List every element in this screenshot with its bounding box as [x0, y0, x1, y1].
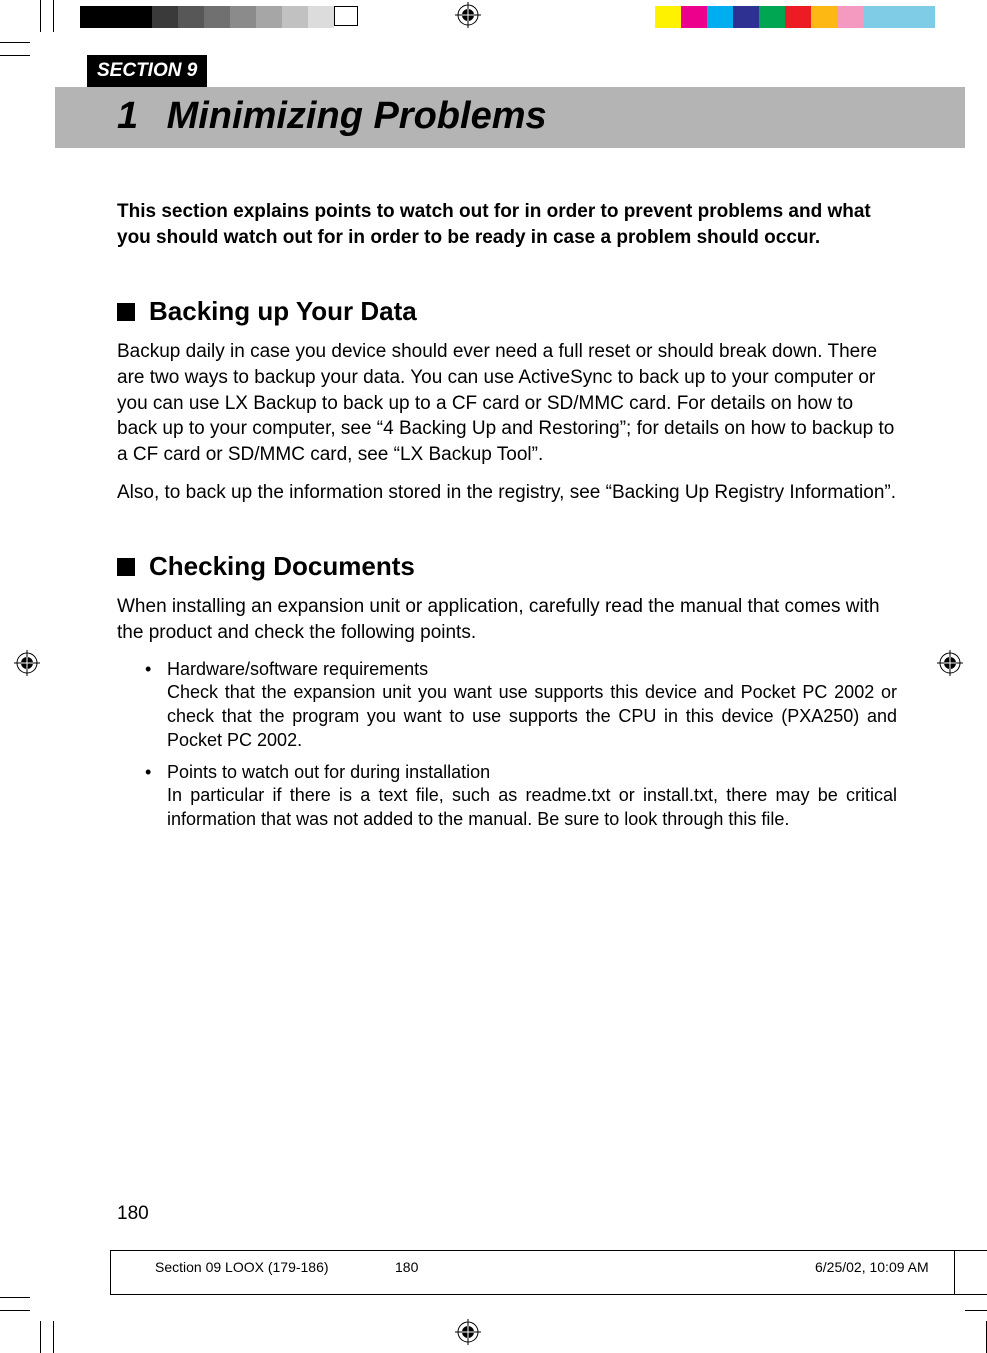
crop-mark	[0, 55, 30, 56]
chapter-heading: 1 Minimizing Problems	[55, 87, 965, 148]
square-bullet-icon	[117, 303, 135, 321]
registration-mark-icon	[455, 1319, 481, 1345]
color-swatch	[204, 6, 230, 28]
intro-paragraph: This section explains points to watch ou…	[117, 199, 897, 250]
list-item-title: Points to watch out for during installat…	[167, 761, 897, 785]
slug-rule	[110, 1294, 987, 1295]
list-item: Points to watch out for during installat…	[145, 761, 897, 832]
slug-rule	[110, 1251, 111, 1295]
color-swatch	[733, 6, 759, 28]
subheading-backing-up: Backing up Your Data	[117, 294, 897, 329]
slug-rule	[110, 1250, 987, 1251]
bullet-list: Hardware/software requirementsCheck that…	[145, 658, 897, 832]
color-swatch	[308, 6, 334, 28]
chapter-title: Minimizing Problems	[167, 95, 547, 137]
crop-mark	[40, 1321, 41, 1353]
crop-mark	[0, 1310, 30, 1311]
list-item: Hardware/software requirementsCheck that…	[145, 658, 897, 753]
printer-color-bar	[0, 6, 987, 28]
crop-mark	[0, 42, 30, 43]
color-swatch	[681, 6, 707, 28]
page-content: SECTION 9 1 Minimizing Problems This sec…	[55, 55, 965, 1295]
square-bullet-icon	[117, 558, 135, 576]
crop-mark	[0, 1297, 30, 1298]
color-swatch	[759, 6, 785, 28]
color-swatch	[282, 6, 308, 28]
registration-mark-icon	[14, 650, 40, 676]
color-swatch	[837, 6, 863, 28]
color-swatch	[152, 6, 178, 28]
body-paragraph: Backup daily in case you device should e…	[117, 339, 897, 467]
crop-mark	[965, 1310, 987, 1311]
subheading-text: Checking Documents	[149, 549, 415, 584]
color-swatch	[707, 6, 733, 28]
list-item-body: In particular if there is a text file, s…	[167, 784, 897, 832]
color-swatch	[863, 6, 935, 28]
list-item-body: Check that the expansion unit you want u…	[167, 681, 897, 752]
subheading-checking-documents: Checking Documents	[117, 549, 897, 584]
body-paragraph: Also, to back up the information stored …	[117, 480, 897, 506]
crop-mark	[53, 1321, 54, 1353]
slug-page: 180	[395, 1259, 515, 1275]
color-swatch	[256, 6, 282, 28]
chapter-number: 1	[117, 95, 138, 137]
slug-timestamp: 6/25/02, 10:09 AM	[815, 1259, 975, 1275]
page-number: 180	[117, 1203, 149, 1225]
color-swatch	[230, 6, 256, 28]
color-swatch	[811, 6, 837, 28]
slug-file: Section 09 LOOX (179-186)	[155, 1259, 395, 1275]
crop-mark	[40, 0, 41, 32]
color-swatch	[178, 6, 204, 28]
crop-mark	[53, 0, 54, 32]
subheading-text: Backing up Your Data	[149, 294, 417, 329]
color-swatch	[334, 6, 358, 26]
list-item-title: Hardware/software requirements	[167, 658, 897, 682]
color-swatch	[80, 6, 152, 28]
color-swatch	[655, 6, 681, 28]
color-swatch	[785, 6, 811, 28]
section-label: SECTION 9	[87, 55, 207, 87]
slug-line: Section 09 LOOX (179-186) 180 6/25/02, 1…	[155, 1259, 975, 1275]
body-paragraph: When installing an expansion unit or app…	[117, 594, 897, 645]
registration-mark-icon	[455, 2, 481, 28]
